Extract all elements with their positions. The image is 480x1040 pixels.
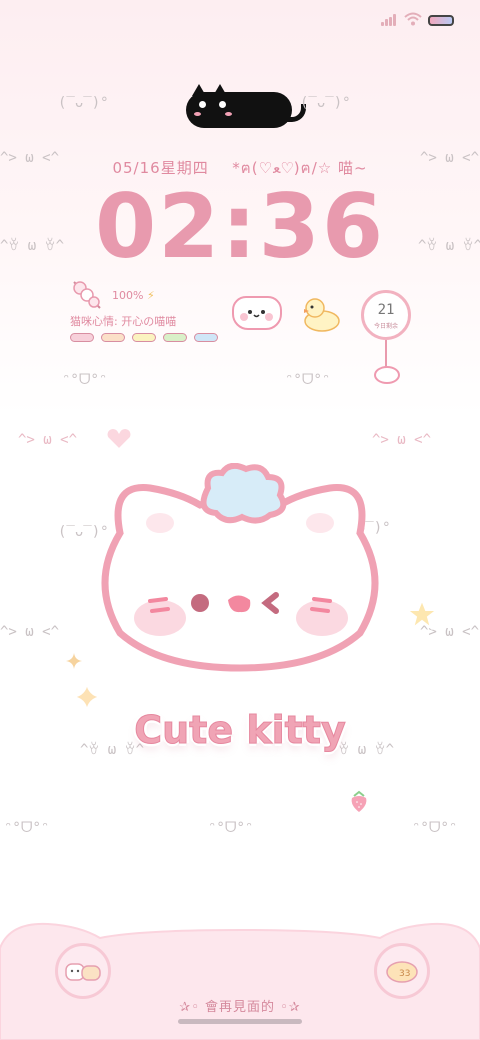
star-icon bbox=[406, 598, 438, 630]
strawberry-icon bbox=[347, 789, 371, 813]
kaomoji-decoration: (‾ᴗ‾)° bbox=[300, 95, 351, 111]
calendar-day: 21 bbox=[377, 302, 395, 318]
fish-cake-icon: 33 bbox=[386, 961, 418, 983]
dango-skewer-icon bbox=[73, 281, 101, 309]
kaomoji-decoration: ^> ω <^ bbox=[372, 432, 432, 448]
calendar-label: 今日剩余 bbox=[373, 323, 398, 330]
svg-text:33: 33 bbox=[399, 969, 410, 979]
kaomoji-decoration: ᵔ°ᗜ°ᵔ bbox=[412, 820, 458, 836]
calendar-widget[interactable]: 21 今日剩余 bbox=[361, 290, 411, 340]
mood-pill bbox=[70, 333, 94, 342]
kaomoji-decoration: ᵔ°ᗜ°ᵔ bbox=[4, 820, 50, 836]
mood-pill bbox=[163, 333, 187, 342]
bread-cats-icon bbox=[65, 963, 101, 981]
clock-time[interactable]: 02:36 bbox=[0, 175, 480, 278]
home-indicator[interactable] bbox=[178, 1019, 302, 1024]
battery-icon bbox=[428, 15, 454, 26]
wifi-icon bbox=[404, 12, 422, 26]
cute-kitty-title: Cute kitty bbox=[134, 708, 347, 753]
heart-icon bbox=[104, 426, 134, 452]
fish-icon bbox=[374, 366, 400, 384]
kaomoji-decoration: ᵔ°ᗜ°ᵔ bbox=[62, 372, 108, 388]
mood-pill bbox=[101, 333, 125, 342]
dock-app-right[interactable]: 33 bbox=[374, 943, 430, 999]
dock-app-left[interactable] bbox=[55, 943, 111, 999]
sparkle-icon bbox=[66, 653, 82, 669]
bye-text: ✰◦ 會再見面的 ◦✰ bbox=[179, 1000, 301, 1015]
mood-pill bbox=[194, 333, 218, 342]
kaomoji-decoration: ^> ω <^ bbox=[18, 432, 78, 448]
mood-pill bbox=[132, 333, 156, 342]
kaomoji-decoration: (‾ᴗ‾)° bbox=[58, 95, 109, 111]
kaomoji-decoration: ^> ω <^ bbox=[0, 624, 60, 640]
kaomoji-decoration: ᵔ°ᗜ°ᵔ bbox=[208, 820, 254, 836]
duck-widget-icon[interactable] bbox=[300, 295, 340, 333]
lightning-icon: ⚡ bbox=[146, 289, 155, 302]
big-kitty-face-icon bbox=[101, 463, 379, 672]
battery-percent: 100% ⚡ bbox=[112, 289, 155, 302]
kaomoji-decoration: ᵔ°ᗜ°ᵔ bbox=[285, 372, 331, 388]
cat-mood-text: 猫咪心情: 开心の喵喵 bbox=[70, 315, 177, 328]
mood-pills bbox=[70, 333, 218, 342]
cellular-signal-icon bbox=[381, 14, 399, 26]
kitty-widget-icon[interactable] bbox=[232, 296, 282, 330]
divider bbox=[385, 340, 387, 368]
